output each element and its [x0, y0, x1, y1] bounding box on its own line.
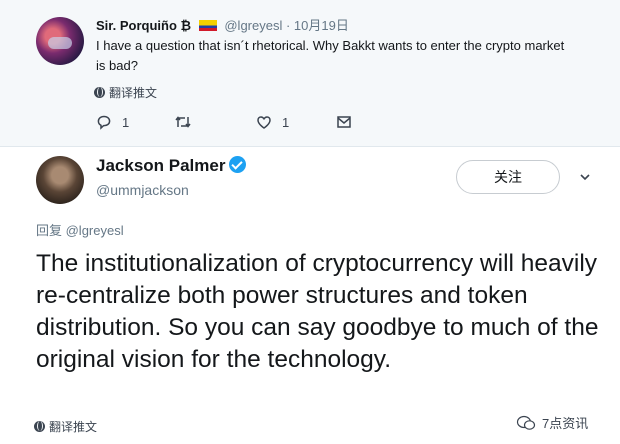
author-avatar[interactable] — [36, 156, 84, 204]
tweet-translate-label: 翻译推文 — [49, 420, 98, 434]
reply-actions: 1 1 — [96, 114, 356, 134]
globe-icon — [94, 87, 105, 98]
like-count: 1 — [282, 114, 290, 130]
reply-translate-link[interactable]: 翻译推文 — [94, 84, 157, 101]
flag-icon — [198, 20, 217, 31]
message-icon — [337, 116, 351, 128]
follow-button[interactable]: 关注 — [456, 160, 560, 194]
chevron-down-icon[interactable] — [580, 172, 590, 182]
author-name[interactable]: Jackson Palmer — [96, 156, 225, 175]
reply-author-name[interactable]: Sir. Porquiño ₿ — [96, 18, 191, 33]
watermark-text: 7点资讯 — [542, 416, 589, 431]
reply-count: 1 — [122, 114, 130, 130]
author-handle[interactable]: @ummjackson — [96, 182, 189, 198]
reply-icon — [97, 115, 111, 130]
reply-header: Sir. Porquiño ₿ @lgreyesl · 10月19日 — [96, 15, 349, 34]
retweet-icon — [175, 116, 191, 128]
tweet-text: The institutionalization of cryptocurren… — [36, 250, 599, 373]
like-button[interactable]: 1 — [256, 114, 289, 130]
globe-icon — [34, 421, 45, 432]
reply-author-avatar[interactable] — [36, 17, 84, 65]
reply-to-label[interactable]: 回复 @lgreyesl — [36, 220, 124, 239]
author-name-row[interactable]: Jackson Palmer — [96, 156, 247, 176]
message-button[interactable] — [336, 114, 352, 130]
retweet-button[interactable] — [174, 114, 192, 130]
reply-button[interactable]: 1 — [96, 114, 129, 130]
reply-translate-label: 翻译推文 — [109, 86, 158, 100]
like-icon — [257, 116, 271, 129]
reply-date[interactable]: · 10月19日 — [286, 18, 349, 33]
verified-icon — [229, 156, 247, 173]
reply-tweet[interactable]: Sir. Porquiño ₿ @lgreyesl · 10月19日 I hav… — [0, 0, 620, 147]
watermark: 7点资讯 — [516, 413, 588, 432]
reply-text: I have a question that isn´t rhetorical.… — [96, 38, 565, 73]
reply-author-handle[interactable]: @lgreyesl — [224, 18, 282, 33]
tweet-translate-link[interactable]: 翻译推文 — [34, 418, 97, 435]
wechat-icon — [516, 415, 536, 430]
